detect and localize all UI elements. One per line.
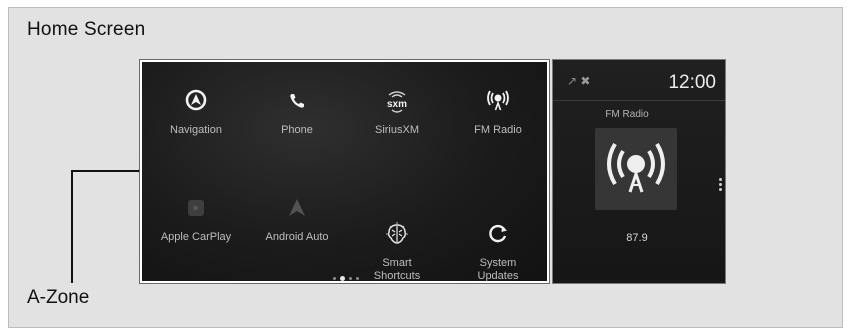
a-zone-label: A-Zone (27, 287, 90, 308)
status-icons: ↗ ✖ (567, 74, 590, 88)
app-tile-apple-carplay[interactable]: Apple CarPlay (146, 195, 246, 244)
no-gps-icon: ✖ (580, 74, 591, 88)
clock: 12:00 (668, 72, 716, 93)
side-panel-audio: ↗ ✖ 12:00 FM Radio 87.9 (552, 59, 726, 284)
app-label-siriusxm: SiriusXM (374, 124, 419, 136)
app-tile-system-updates[interactable]: System Updates (448, 195, 547, 281)
page-dot-active[interactable] (340, 276, 345, 281)
callout-leader-horizontal (71, 170, 143, 172)
app-label-phone: Phone (281, 124, 313, 136)
svg-text:sxm: sxm (387, 99, 407, 110)
siriusxm-icon: sxm (347, 88, 447, 118)
brain-icon (347, 208, 447, 244)
android-auto-icon (247, 195, 347, 225)
app-label-navigation: Navigation (170, 124, 222, 136)
home-screen-grid: Navigation Phone sxm SiriusXM FM Radio A… (142, 62, 547, 281)
navigation-icon (146, 88, 246, 118)
app-tile-navigation[interactable]: Navigation (146, 88, 246, 137)
more-options-icon[interactable] (719, 178, 722, 193)
app-tile-android-auto[interactable]: Android Auto (247, 195, 347, 244)
app-label-android-auto: Android Auto (265, 231, 329, 243)
carplay-icon (146, 195, 246, 225)
radio-broadcast-icon (448, 88, 547, 118)
phone-icon (247, 88, 347, 118)
page-indicator[interactable] (331, 270, 361, 281)
a-zone-screen: Navigation Phone sxm SiriusXM FM Radio A… (139, 59, 550, 284)
page-dot[interactable] (333, 277, 336, 281)
refresh-icon (448, 208, 547, 243)
app-label-apple-carplay: Apple CarPlay (160, 231, 232, 243)
app-tile-siriusxm[interactable]: sxm SiriusXM (347, 88, 447, 137)
radio-broadcast-icon (607, 142, 665, 193)
app-label-smart-shortcuts: Smart Shortcuts (373, 257, 421, 281)
app-label-system-updates: System Updates (477, 257, 519, 281)
signal-icon: ↗ (567, 74, 578, 88)
audio-source-title: FM Radio (605, 109, 649, 120)
app-tile-phone[interactable]: Phone (247, 88, 347, 137)
app-tile-smart-shortcuts[interactable]: Smart Shortcuts (347, 195, 447, 281)
app-label-fm-radio: FM Radio (474, 124, 522, 136)
header-divider (553, 100, 725, 101)
station-frequency: 87.9 (626, 232, 648, 244)
station-art[interactable] (595, 128, 677, 210)
callout-leader-vertical (71, 170, 73, 283)
figure-caption: Home Screen (27, 19, 146, 40)
app-tile-fm-radio[interactable]: FM Radio (448, 88, 547, 137)
